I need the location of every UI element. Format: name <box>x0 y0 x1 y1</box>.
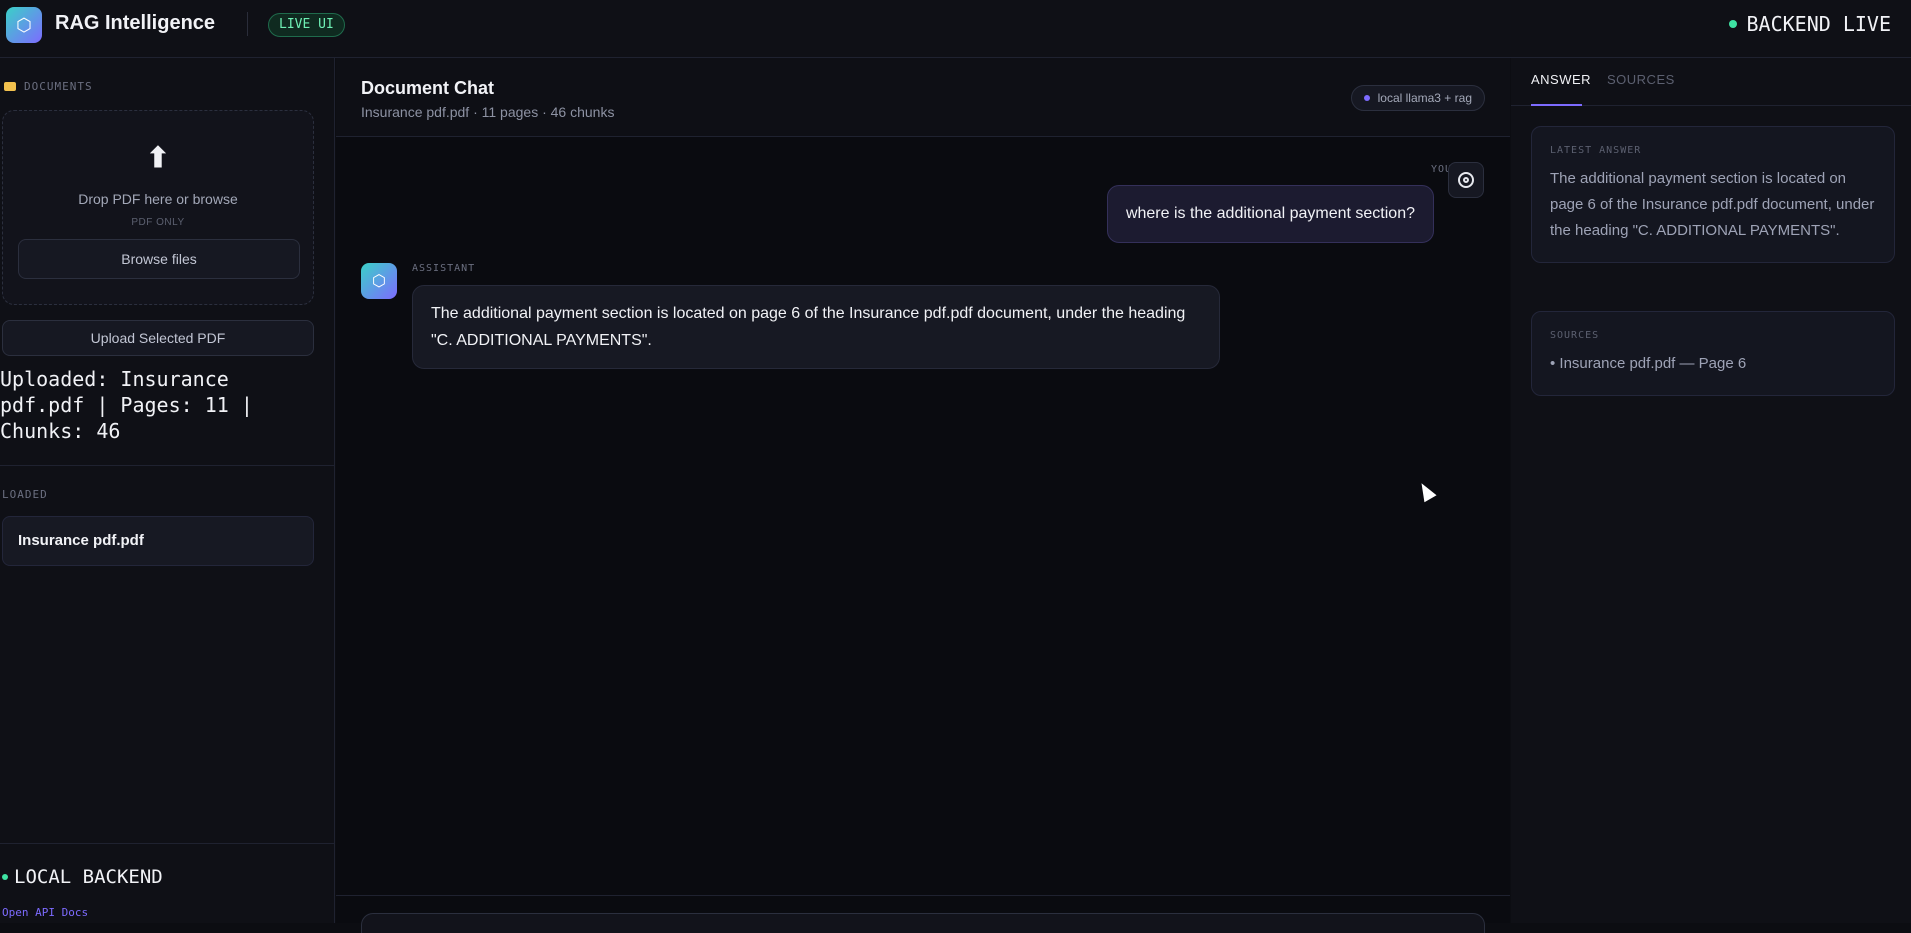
sources-card: SOURCES • Insurance pdf.pdf — Page 6 <box>1531 311 1895 396</box>
user-message: where is the additional payment section? <box>1106 185 1434 243</box>
loaded-document-item[interactable]: Insurance pdf.pdf <box>2 516 314 566</box>
chat-header: Document Chat Insurance pdf.pdf · 11 pag… <box>336 58 1510 137</box>
api-docs-link[interactable]: Open API Docs <box>2 906 88 919</box>
upload-status-text: Uploaded: Insurance pdf.pdf | Pages: 11 … <box>0 367 253 443</box>
sidebar-divider <box>0 465 335 466</box>
chat-panel: Document Chat Insurance pdf.pdf · 11 pag… <box>336 58 1510 933</box>
sources-heading: SOURCES <box>1550 330 1600 341</box>
left-sidebar: DOCUMENTS ⬆ Drop PDF here or browse PDF … <box>0 58 335 923</box>
folder-icon <box>4 82 16 91</box>
documents-heading: DOCUMENTS <box>4 80 93 93</box>
top-bar: ⬡ RAG Intelligence LIVE UI BACKEND LIVE <box>0 0 1911 58</box>
latest-answer-text: The additional payment section is locate… <box>1550 170 1875 239</box>
upload-arrow-icon: ⬆ <box>146 142 170 173</box>
tab-sources[interactable]: SOURCES <box>1607 72 1675 87</box>
model-badge: local llama3 + rag <box>1350 85 1485 111</box>
backend-status: BACKEND LIVE <box>1728 12 1892 36</box>
latest-answer-card: LATEST ANSWER The additional payment sec… <box>1531 126 1895 263</box>
user-avatar-icon <box>1448 162 1484 198</box>
live-ui-badge: LIVE UI <box>268 13 345 37</box>
target-icon <box>1458 172 1474 188</box>
backend-status-label: BACKEND LIVE <box>1746 12 1892 36</box>
documents-heading-label: DOCUMENTS <box>24 80 93 93</box>
chat-title: Document Chat <box>361 78 495 98</box>
assistant-avatar-icon: ⬡ <box>361 263 397 299</box>
backend-dot-icon <box>2 874 8 880</box>
assistant-message: The additional payment section is locate… <box>412 285 1220 369</box>
source-item[interactable]: • Insurance pdf.pdf — Page 6 <box>1550 351 1876 377</box>
sidebar-footer-divider <box>0 843 335 844</box>
tab-answer[interactable]: ANSWER <box>1531 72 1591 87</box>
mouse-cursor-icon <box>1415 479 1437 503</box>
status-dot-icon <box>1728 20 1737 28</box>
browse-files-button[interactable]: Browse files <box>18 239 300 279</box>
upload-pdf-button[interactable]: Upload Selected PDF <box>2 320 314 356</box>
app-title: RAG Intelligence <box>55 12 216 34</box>
right-panel: ANSWER SOURCES LATEST ANSWER The additio… <box>1511 58 1911 923</box>
message-input[interactable] <box>361 913 1485 933</box>
latest-answer-heading: LATEST ANSWER <box>1550 145 1642 156</box>
model-badge-label: local llama3 + rag <box>1377 91 1472 105</box>
loaded-heading: LOADED <box>2 488 48 501</box>
composer-divider <box>336 895 1510 896</box>
assistant-role-label: ASSISTANT <box>412 263 476 274</box>
local-backend-status: LOCAL BACKEND <box>2 866 163 888</box>
right-panel-tabs: ANSWER SOURCES <box>1511 58 1911 106</box>
model-dot-icon <box>1363 95 1370 101</box>
local-backend-label: LOCAL BACKEND <box>14 866 163 888</box>
top-divider <box>247 12 248 36</box>
dropzone-hint: PDF ONLY <box>131 217 185 228</box>
dropzone-text: Drop PDF here or browse <box>78 191 238 207</box>
app-logo-icon: ⬡ <box>6 7 42 43</box>
active-tab-indicator <box>1531 104 1582 106</box>
pdf-dropzone[interactable]: ⬆ Drop PDF here or browse PDF ONLY Brows… <box>2 110 314 305</box>
chat-subtitle: Insurance pdf.pdf · 11 pages · 46 chunks <box>361 104 615 120</box>
